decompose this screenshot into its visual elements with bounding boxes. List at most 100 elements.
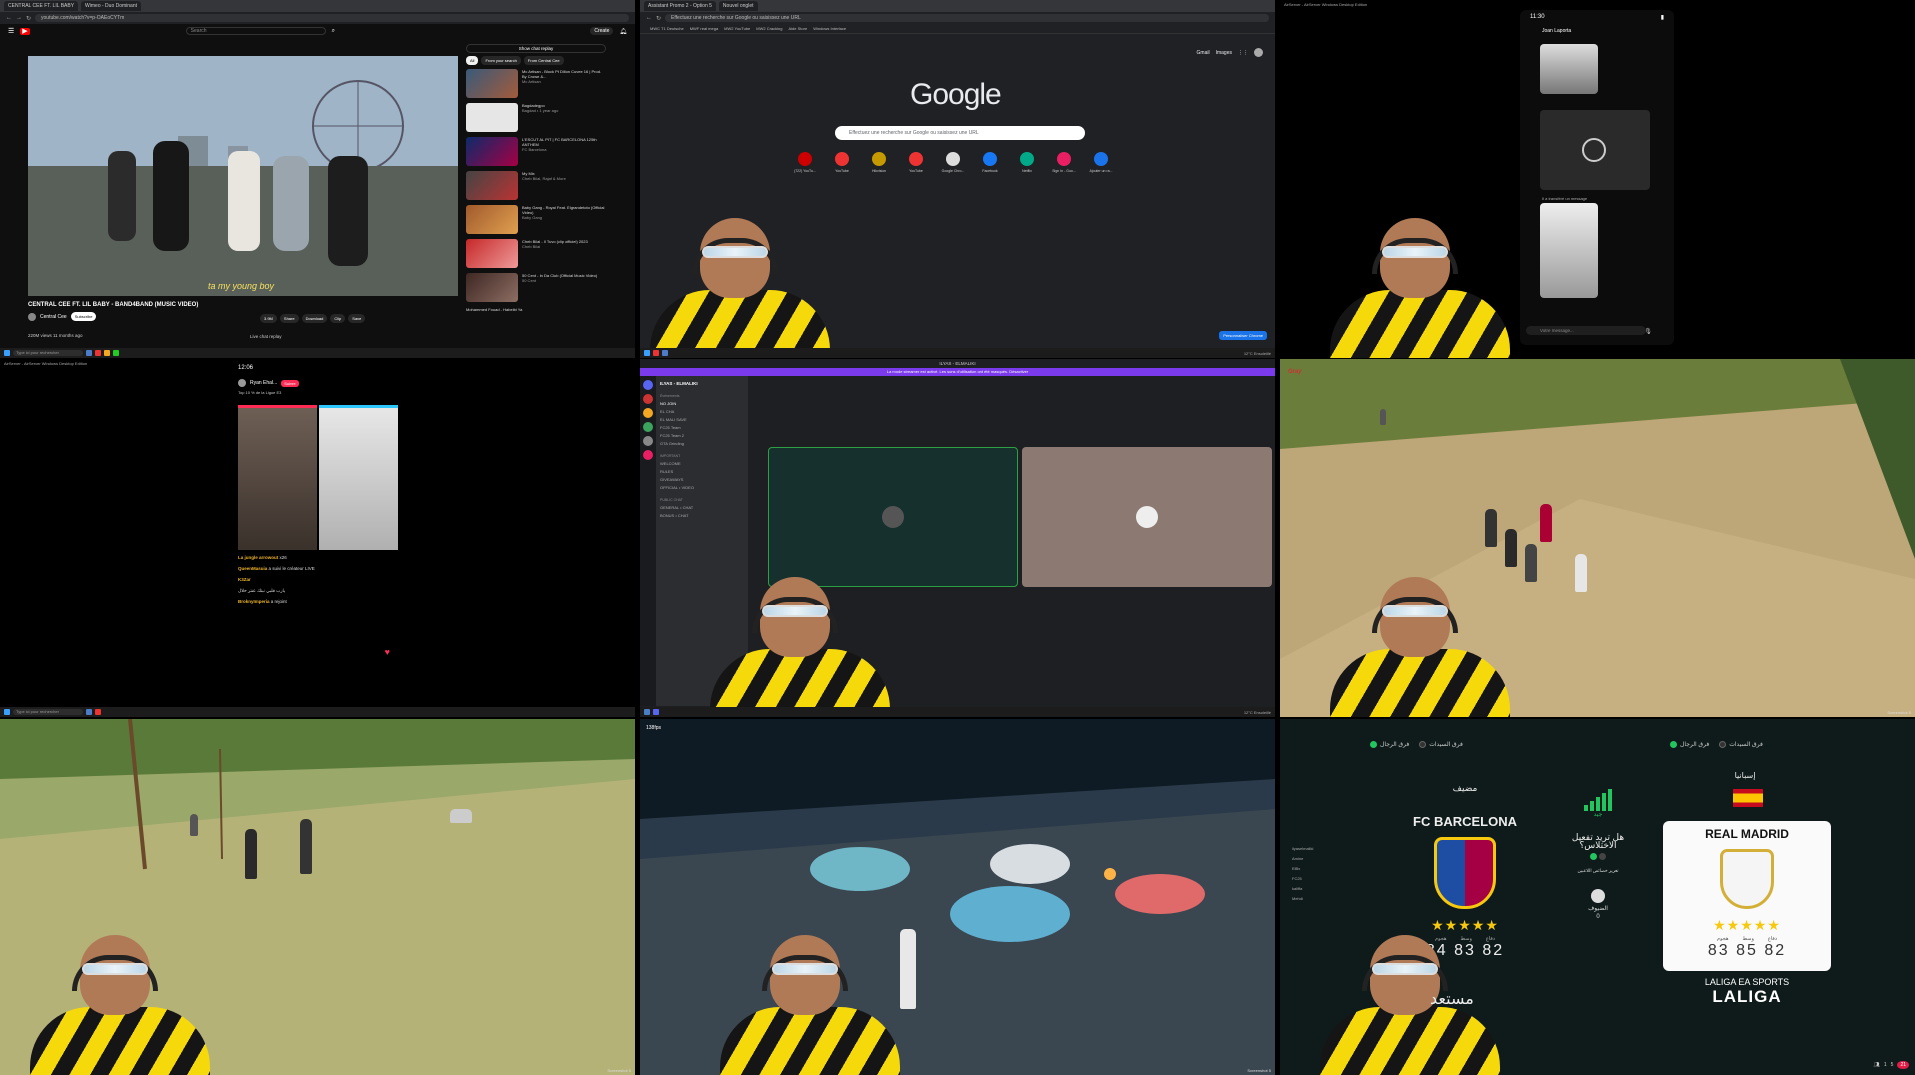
create-button[interactable]: Create <box>590 27 614 35</box>
download-button[interactable]: Download <box>301 314 328 323</box>
tab-men-teams[interactable]: فرق الرجال <box>1670 741 1709 748</box>
images-link[interactable]: Images <box>1216 50 1232 56</box>
recommended-video[interactable]: Baby Gang - Royal Feat. Elgrandetoto (Of… <box>466 205 606 236</box>
shortcut-tile[interactable]: YouTube <box>827 152 857 173</box>
app-icon[interactable] <box>644 709 650 715</box>
apps-grid-icon[interactable]: ⋮⋮ <box>1238 50 1248 56</box>
app-icon[interactable] <box>662 350 668 356</box>
voice-participant-tile[interactable] <box>768 447 1018 587</box>
bookmark[interactable]: MWC T1 Deutsche <box>650 26 684 31</box>
bookmark[interactable]: MW2 YouTube <box>724 26 750 31</box>
chip-from-search[interactable]: From your search <box>481 56 521 65</box>
show-chat-replay-button[interactable]: Show chat replay <box>466 44 606 53</box>
chat-image[interactable] <box>1540 203 1598 298</box>
follow-button[interactable]: Suivre <box>281 379 299 387</box>
server-name[interactable]: ILYAS - ELMALIKI <box>660 380 744 388</box>
server-icon[interactable] <box>643 380 653 390</box>
section-events[interactable]: Événements <box>660 392 744 400</box>
host-name[interactable]: Ryan Ehal... <box>250 380 277 386</box>
shortcut-tile[interactable]: Netflix <box>1012 152 1042 173</box>
recommended-video[interactable]: Mc Artisan - Block Pt Dillon Cuvee 16 | … <box>466 69 606 100</box>
browser-tab[interactable]: CENTRAL CEE FT. LIL BABY <box>4 1 79 11</box>
bell-icon[interactable]: 🔔︎ <box>619 28 627 35</box>
recommended-video[interactable]: Mohammed Fouad - Habeibi Ya <box>466 307 606 319</box>
avatar[interactable] <box>1254 48 1263 57</box>
play-circle-icon[interactable] <box>1582 138 1606 162</box>
recommended-video[interactable]: My Mix Cheb Bilal, Rajaf & More <box>466 171 606 202</box>
avatar[interactable] <box>238 379 246 387</box>
reload-icon[interactable]: ↻ <box>26 15 31 22</box>
streamer-mode-banner[interactable]: La mode streamer est activé. Les sons d'… <box>640 368 1275 376</box>
chip-all[interactable]: All <box>466 56 479 65</box>
tab-men-teams[interactable]: فرق الرجال <box>1370 741 1409 748</box>
search-input[interactable]: Search <box>185 27 326 35</box>
toggle-options[interactable] <box>1563 853 1633 863</box>
text-channel[interactable]: OFFICIAL • VIDEO <box>660 484 744 492</box>
text-channel[interactable]: GENERAL • CHAT <box>660 504 744 512</box>
clip-button[interactable]: Clip <box>330 314 346 323</box>
save-button[interactable]: Save <box>348 314 366 323</box>
like-button[interactable]: 3.9M <box>260 314 277 323</box>
app-icon[interactable] <box>95 350 101 356</box>
url-field[interactable]: youtube.com/watch?v=p-OAEoCYTm <box>35 14 629 22</box>
text-channel[interactable]: GIVEAWAYS <box>660 476 744 484</box>
subscribe-button[interactable]: Subscribe <box>70 312 97 321</box>
voice-channel[interactable]: FC25 Team 2 <box>660 432 744 440</box>
youtube-logo[interactable]: ▶ <box>20 27 30 35</box>
text-channel[interactable]: BONUS • CHAT <box>660 512 744 520</box>
voice-channel[interactable]: FC25 Team <box>660 424 744 432</box>
shortcut-tile[interactable]: Facebook <box>975 152 1005 173</box>
app-icon[interactable] <box>86 350 92 356</box>
server-icon[interactable] <box>643 408 653 418</box>
app-icon[interactable] <box>113 350 119 356</box>
app-icon[interactable] <box>653 350 659 356</box>
recommended-video[interactable]: L'ESCUT AL PIT | FC BARCELONA 125th ANTH… <box>466 137 606 168</box>
app-icon[interactable] <box>95 709 101 715</box>
browser-tab[interactable]: Wimeo - Duo Dominant <box>81 1 142 11</box>
chat-image[interactable] <box>1540 44 1598 94</box>
search-icon[interactable]: ⌕ <box>332 28 335 35</box>
server-icon[interactable] <box>643 450 653 460</box>
browser-tab[interactable]: Assistant Promo 2 - Option 5 <box>644 1 716 11</box>
chat-contact-name[interactable]: Joan Laporta <box>1520 25 1674 37</box>
channel-name[interactable]: Central Cee <box>40 314 67 320</box>
back-icon[interactable]: ← <box>6 15 12 21</box>
search-input[interactable]: Effectuez une recherche sur Google ou sa… <box>835 126 1085 140</box>
voice-channel[interactable]: GTA Grinding <box>660 440 744 448</box>
voice-channel[interactable]: EL CHA <box>660 408 744 416</box>
away-team-card[interactable]: REAL MADRID ★★★★★ هجوم وسط دفاع 83 85 82 <box>1663 821 1831 971</box>
browser-tab[interactable]: Nouvel onglet <box>718 1 758 11</box>
voice-channel[interactable]: EL MALI SAVE <box>660 416 744 424</box>
recommended-video[interactable]: 50 Cent - In Da Club (Official Music Vid… <box>466 273 606 304</box>
shortcut-tile[interactable]: Hikvision <box>864 152 894 173</box>
bookmark[interactable]: MWF real mega <box>690 26 718 31</box>
recommended-video[interactable]: Cheb Bilal - Il Tuvo (clip officiel) 202… <box>466 239 606 270</box>
shortcut-tile[interactable]: Sign In - Goo... <box>1049 152 1079 173</box>
text-channel[interactable]: RULES <box>660 468 744 476</box>
url-field[interactable]: Effectuez une recherche sur Google ou sa… <box>665 14 1269 22</box>
voice-channel[interactable]: NO JOIN <box>660 400 744 408</box>
message-input[interactable]: Votre message... <box>1526 326 1646 335</box>
video-player[interactable]: ta my young boy <box>28 56 458 296</box>
windows-start-icon[interactable] <box>4 350 10 356</box>
back-icon[interactable]: ← <box>646 15 652 21</box>
menu-icon[interactable]: ☰ <box>8 27 14 35</box>
app-icon[interactable] <box>104 350 110 356</box>
tab-women-teams[interactable]: فرق السيدات <box>1719 741 1763 748</box>
server-icon[interactable] <box>643 422 653 432</box>
shortcut-tile[interactable]: YouTube <box>901 152 931 173</box>
channel-avatar[interactable] <box>28 312 36 321</box>
add-shortcut-tile[interactable]: Ajouter un ra... <box>1086 152 1116 173</box>
recommended-video[interactable]: Bagdadegpo Bagdad • 1 year ago <box>466 103 606 134</box>
shortcut-tile[interactable]: (722) YouTu... <box>790 152 820 173</box>
notification-badge[interactable]: 21 <box>1897 1061 1909 1069</box>
tab-women-teams[interactable]: فرق السيدات <box>1419 741 1463 748</box>
heart-icon[interactable]: ♥ <box>385 647 390 657</box>
section-public-chat[interactable]: PUBLIC CHAT <box>660 496 744 504</box>
mic-icon[interactable]: 🎙︎ <box>1644 328 1652 335</box>
app-icon[interactable] <box>86 709 92 715</box>
voice-participant-tile[interactable] <box>1022 447 1272 587</box>
reload-icon[interactable]: ↻ <box>656 15 661 22</box>
server-icon[interactable] <box>643 436 653 446</box>
taskbar-search[interactable]: Type ici pour rechercher <box>13 350 83 356</box>
